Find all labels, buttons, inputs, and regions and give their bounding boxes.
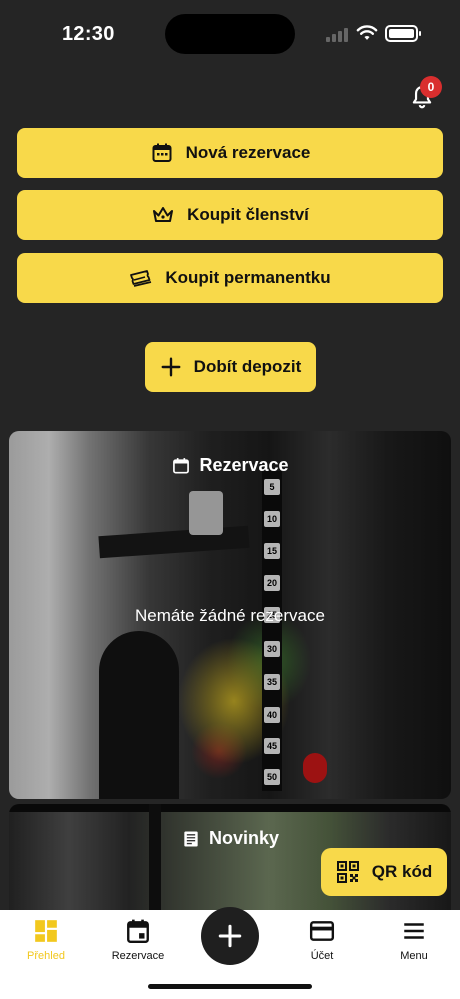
crown-icon — [153, 207, 174, 222]
nav-item-overview[interactable]: Přehled — [0, 918, 92, 962]
no-reservations-text: Nemáte žádné rezervace — [135, 606, 325, 625]
new-reservation-label: Nová rezervace — [185, 143, 311, 162]
signal-icon — [326, 28, 348, 42]
plus-icon — [218, 924, 242, 948]
credit-card-icon — [309, 921, 335, 941]
reservations-card-title: Rezervace — [9, 455, 451, 476]
reservations-card[interactable]: 5 10 15 20 25 30 35 40 45 50 Rezervace N… — [9, 431, 451, 799]
plus-icon — [161, 357, 181, 377]
news-card-title: Novinky — [9, 828, 451, 849]
notification-badge: 0 — [420, 76, 442, 98]
qr-code-icon — [336, 861, 359, 883]
dynamic-island — [165, 14, 295, 54]
nav-label-account: Účet — [310, 950, 334, 962]
hamburger-icon — [404, 923, 424, 939]
dashboard-icon — [35, 920, 57, 942]
qr-code-label: QR kód — [371, 862, 433, 881]
home-indicator — [148, 984, 312, 989]
calendar-icon — [152, 143, 172, 162]
news-title-text: Novinky — [208, 828, 280, 848]
nav-item-reservations[interactable]: Rezervace — [92, 918, 184, 962]
nav-label-overview: Přehled — [27, 950, 65, 962]
battery-icon — [385, 25, 421, 42]
buy-membership-button[interactable]: Koupit členství — [17, 190, 443, 240]
buy-pass-label: Koupit permanentku — [165, 268, 331, 287]
news-icon — [184, 831, 198, 846]
wifi-icon — [356, 25, 378, 40]
status-time: 12:30 — [62, 23, 115, 45]
buy-membership-label: Koupit členství — [187, 205, 309, 224]
new-reservation-button[interactable]: Nová rezervace — [17, 128, 443, 178]
calendar-icon — [173, 457, 190, 473]
qr-code-button[interactable]: QR kód — [321, 848, 447, 896]
nav-label-reservations: Rezervace — [111, 950, 165, 962]
reservations-title-text: Rezervace — [199, 455, 289, 475]
buy-pass-button[interactable]: Koupit permanentku — [17, 253, 443, 303]
nav-item-account[interactable]: Účet — [276, 918, 368, 962]
nav-item-menu[interactable]: Menu — [368, 918, 460, 962]
status-bar: 12:30 — [0, 0, 460, 70]
calendar-icon — [127, 919, 149, 944]
top-up-deposit-button[interactable]: Dobít depozit — [145, 342, 316, 392]
top-up-deposit-label: Dobít depozit — [193, 357, 302, 376]
ticket-icon — [130, 270, 152, 287]
add-fab-button[interactable] — [201, 907, 259, 965]
nav-label-menu: Menu — [400, 950, 428, 962]
